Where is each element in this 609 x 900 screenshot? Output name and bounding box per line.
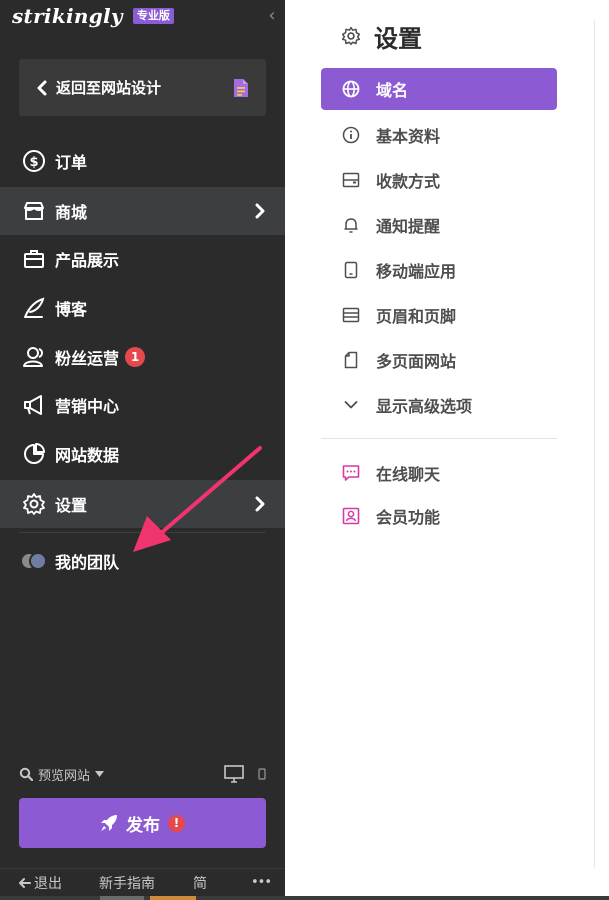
pie-chart-icon	[22, 442, 46, 466]
show-advanced-options-toggle[interactable]: 显示高级选项	[321, 384, 557, 426]
chevron-right-icon	[255, 203, 265, 219]
publish-label: 发布	[126, 815, 160, 836]
settings-item-label: 收款方式	[376, 172, 441, 191]
dollar-circle-icon: $	[22, 149, 46, 173]
arrow-left-icon	[19, 877, 31, 888]
settings-item-live-chat[interactable]: 在线聊天	[321, 452, 557, 494]
sidebar-item-label: 订单	[55, 153, 88, 172]
more-menu-icon[interactable]: •••	[251, 875, 272, 890]
guide-link[interactable]: 新手指南	[99, 873, 155, 893]
sidebar-item-label: 商城	[55, 203, 88, 222]
gear-icon	[341, 26, 361, 46]
taskbar-item	[100, 896, 144, 900]
megaphone-icon	[22, 393, 46, 417]
my-team-label: 我的团队	[55, 553, 120, 572]
chevron-down-icon	[342, 396, 360, 414]
quill-icon	[22, 296, 46, 320]
settings-item-notifications[interactable]: 通知提醒	[321, 204, 557, 246]
layout-icon	[342, 306, 360, 324]
sidebar-item-label: 产品展示	[55, 251, 120, 270]
brand-logo[interactable]: strikingly	[12, 4, 123, 28]
pages-icon	[342, 351, 360, 369]
settings-item-membership[interactable]: 会员功能	[321, 495, 557, 537]
exit-link[interactable]: 退出	[18, 873, 62, 893]
settings-item-basic-info[interactable]: 基本资料	[321, 114, 557, 156]
publish-button[interactable]: 发布 !	[19, 798, 266, 848]
sidebar-item-label: 粉丝运营	[55, 349, 120, 368]
my-team-link[interactable]: 我的团队	[20, 548, 119, 574]
sidebar-item-label: 营销中心	[55, 397, 120, 416]
sidebar-item-fans[interactable]: 粉丝运营 1	[0, 333, 285, 381]
brand: strikingly 专业版	[12, 2, 174, 30]
desktop-icon[interactable]	[224, 765, 244, 783]
settings-item-label: 基本资料	[376, 127, 441, 146]
sidebar-footer: 退出 新手指南 简 •••	[0, 868, 285, 896]
publish-warning-badge: !	[168, 814, 185, 832]
settings-item-label: 会员功能	[376, 508, 441, 527]
settings-item-label: 域名	[376, 81, 409, 100]
settings-item-mobile-app[interactable]: 移动端应用	[321, 249, 557, 291]
back-to-design-button[interactable]: 返回至网站设计	[19, 59, 266, 116]
sidebar-item-blog[interactable]: 博客	[0, 284, 285, 332]
sidebar-item-marketing[interactable]: 营销中心	[0, 381, 285, 429]
gear-icon	[22, 492, 46, 516]
collapse-sidebar-icon[interactable]: ‹	[264, 6, 280, 26]
settings-header: 设置	[341, 18, 422, 54]
sidebar-item-label: 设置	[55, 496, 88, 515]
settings-item-payment[interactable]: 收款方式	[321, 159, 557, 201]
settings-item-domain[interactable]: 域名	[321, 68, 557, 110]
briefcase-icon	[22, 247, 46, 271]
document-icon	[234, 78, 248, 97]
panel-edge	[594, 20, 595, 868]
preview-row: 预览网站	[19, 763, 266, 785]
page-title: 设置	[374, 24, 422, 53]
bell-icon	[342, 216, 360, 234]
plan-badge: 专业版	[132, 8, 174, 24]
settings-item-label: 在线聊天	[376, 465, 441, 484]
taskbar-strip	[0, 896, 609, 900]
notification-badge: 1	[125, 347, 146, 367]
info-icon	[342, 126, 360, 144]
sidebar-item-products[interactable]: 产品展示	[0, 235, 285, 283]
caret-down-icon[interactable]	[95, 771, 105, 777]
language-switch[interactable]: 简	[193, 873, 207, 893]
settings-item-label: 通知提醒	[376, 217, 441, 236]
exit-label: 退出	[34, 875, 62, 892]
team-avatars	[20, 551, 48, 571]
preview-site-dropdown[interactable]: 预览网站	[38, 765, 90, 784]
mobile-preview-icon[interactable]	[258, 768, 266, 780]
back-to-design-label: 返回至网站设计	[56, 79, 162, 97]
wallet-icon	[342, 171, 360, 189]
taskbar-item	[150, 896, 196, 900]
chat-icon	[342, 464, 360, 482]
settings-item-label: 移动端应用	[376, 262, 457, 281]
sidebar: strikingly 专业版 ‹ 返回至网站设计 $ 订单 商城 产品展示 博客…	[0, 0, 285, 900]
settings-item-multi-page[interactable]: 多页面网站	[321, 339, 557, 381]
mobile-icon	[342, 261, 360, 279]
settings-item-label: 显示高级选项	[376, 397, 473, 416]
search-icon	[19, 767, 33, 781]
rocket-icon	[101, 815, 117, 831]
chevron-left-icon	[37, 80, 47, 95]
users-icon	[22, 345, 46, 369]
settings-item-header-footer[interactable]: 页眉和页脚	[321, 294, 557, 336]
sidebar-item-store[interactable]: 商城	[0, 187, 285, 235]
store-icon	[22, 199, 46, 223]
sidebar-item-orders[interactable]: $ 订单	[0, 137, 285, 185]
globe-icon	[342, 80, 360, 98]
annotation-arrow	[133, 446, 262, 552]
settings-item-label: 页眉和页脚	[376, 307, 457, 326]
settings-item-label: 多页面网站	[376, 352, 457, 371]
sidebar-item-label: 网站数据	[55, 446, 120, 465]
svg-text:$: $	[29, 155, 38, 170]
member-icon	[342, 507, 360, 525]
settings-divider	[321, 438, 557, 439]
sidebar-item-label: 博客	[55, 300, 88, 319]
avatar	[29, 552, 47, 570]
